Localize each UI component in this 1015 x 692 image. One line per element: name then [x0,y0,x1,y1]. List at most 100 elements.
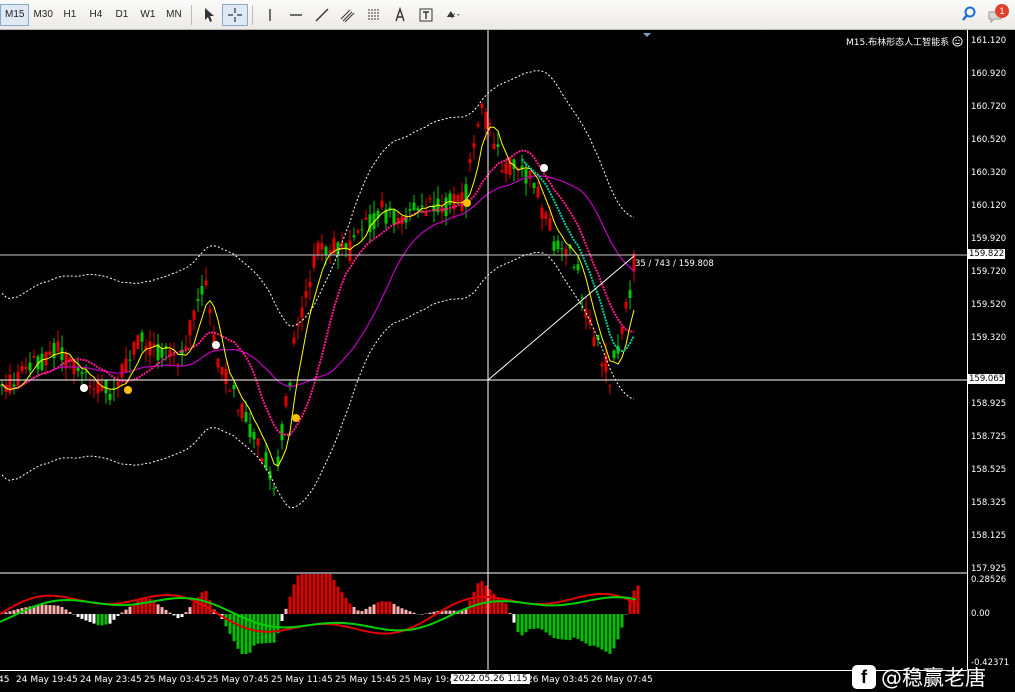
timeframe-h4[interactable]: H4 [83,4,109,26]
osc-bar [92,614,96,624]
watermark-text: @稳赢老唐 [881,666,986,690]
osc-bar [56,605,60,614]
osc-bar [52,605,56,614]
candle-body [132,341,136,355]
candle-body [260,458,264,462]
cursor-tool-icon[interactable] [196,4,222,26]
candle-body [120,364,124,378]
candle-body [320,243,324,250]
trendline-icon[interactable] [309,4,335,26]
timeframe-d1[interactable]: D1 [109,4,135,26]
time-axis-label: 26 May 07:45 [591,675,653,685]
osc-bar [612,614,616,649]
facebook-logo-icon: f [852,665,876,689]
timeframe-h1[interactable]: H1 [57,4,83,26]
candle-body [592,336,596,347]
osc-bar [508,613,512,614]
time-axis-label: 25 May 15:45 [335,675,397,685]
price-axis-label: 159.920 [971,234,1007,244]
timeframe-mn[interactable]: MN [161,4,187,26]
osc-bar [128,606,132,614]
osc-bar [344,597,348,614]
candle-body [56,341,60,352]
notifications-icon[interactable]: 1 [987,4,1009,26]
osc-bar [384,601,388,614]
osc-bar [372,604,376,614]
candle-body [300,307,304,318]
candle-body [208,308,212,314]
search-icon[interactable] [961,6,977,25]
candle-body [412,202,416,211]
candle-body [128,359,132,361]
candle-body [160,348,164,358]
candle-body [216,358,220,368]
candle-body [556,240,560,250]
osc-bar [572,614,576,638]
crosshair-tool-icon[interactable] [221,3,248,26]
price-axis-label: 160.120 [971,201,1007,211]
osc-bar [104,614,108,625]
timeframe-m30[interactable]: M30 [29,4,56,26]
candle-body [420,205,424,207]
timeframe-w1[interactable]: W1 [135,4,161,26]
time-axis-label: 25 May 03:45 [144,675,206,685]
candle-body [544,212,548,219]
osc-bar [620,614,624,628]
osc-bar [524,614,528,633]
candle-body [64,352,68,369]
osc-bar [400,608,404,614]
vertical-line-icon[interactable] [257,4,283,26]
candle-body [392,209,396,226]
osc-bar [164,609,168,614]
candle-body [140,332,144,342]
candle-body [248,423,252,438]
osc-bar [444,610,448,614]
equidistant-channel-icon[interactable] [335,4,361,26]
toolbar-separator [190,4,192,25]
price-axis-label: 160.520 [971,135,1007,145]
horizontal-line-icon[interactable] [283,4,309,26]
price-axis-label: 158.325 [971,498,1007,508]
osc-bar [396,606,400,614]
candle-body [564,248,568,255]
osc-bar [596,614,600,648]
chart-shift-marker [643,33,651,37]
candle-body [444,197,448,217]
osc-bar [8,611,12,614]
time-axis-label: 26 May 03:45 [527,675,589,685]
signal-dot [540,164,548,172]
arrows-dropdown-icon[interactable] [439,4,469,26]
time-axis-label: 25 May 11:45 [271,675,333,685]
osc-bar [552,614,556,639]
osc-bar [256,614,260,644]
osc-bar [368,606,372,614]
osc-bar [4,612,8,614]
candle-body [620,326,624,334]
price-axis-label: 158.925 [971,399,1007,409]
text-tool-icon[interactable] [387,4,413,26]
candle-body [408,208,412,211]
time-axis-label: 24 May 23:45 [80,675,142,685]
osc-bar [304,574,308,614]
osc-bar [236,614,240,649]
candle-body [116,381,120,387]
candle-body [628,290,632,299]
osc-bar [308,574,312,614]
osc-bar [548,614,552,636]
osc-bar [604,614,608,652]
candle-body [224,368,228,384]
osc-bar [360,611,364,614]
candle-body [612,350,616,358]
fibonacci-icon[interactable] [361,4,387,26]
timeframe-m15[interactable]: M15 [0,3,30,26]
candle-body [244,412,248,422]
smiley-icon [952,36,963,47]
candle-body [104,379,108,394]
chart-canvas[interactable] [0,30,1015,692]
osc-bar [180,614,184,618]
osc-bar [352,606,356,614]
osc-bar [504,603,508,614]
text-label-icon[interactable] [413,4,439,26]
price-axis-label: 159.720 [971,267,1007,277]
price-chart[interactable]: 161.120 160.920 160.720 160.520 160.320 160.1… [0,30,1015,692]
